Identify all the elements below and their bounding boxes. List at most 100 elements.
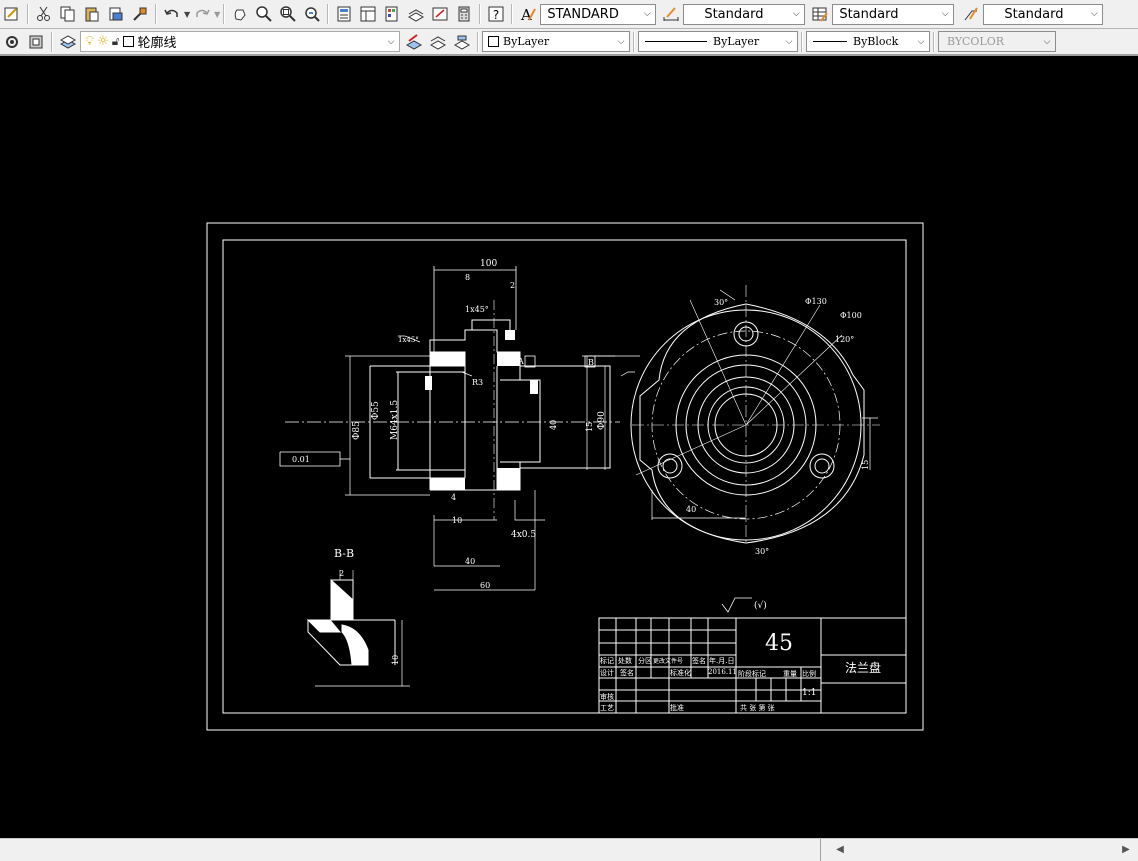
tb-header-2: 分区 xyxy=(638,656,652,665)
lineweight-select[interactable]: ByBlock ⌵ xyxy=(806,31,930,52)
dimension-style-value: Standard xyxy=(704,6,764,22)
chevron-down-icon: ⌵ xyxy=(1043,36,1051,47)
scale-label: 1:1 xyxy=(802,688,816,698)
chevron-down-icon: ⌵ xyxy=(792,9,800,19)
dim-label-1x45-b: 1x45° xyxy=(398,336,419,344)
layer-properties-manager-icon[interactable] xyxy=(57,31,79,53)
tool-palettes-icon[interactable] xyxy=(381,3,403,25)
multileader-style-value: Standard xyxy=(1004,6,1064,22)
help-icon[interactable]: ? xyxy=(485,3,507,25)
design-center-icon[interactable] xyxy=(357,3,379,25)
lineweight-sample xyxy=(813,41,847,42)
surface-note-text: (√) xyxy=(754,600,767,611)
layer-previous-icon[interactable] xyxy=(25,31,47,53)
undo-dropdown-icon[interactable]: ▼ xyxy=(184,10,190,19)
scroll-left-icon[interactable]: ◀ xyxy=(832,841,848,857)
dimension-style-select[interactable]: Standard ⌵ xyxy=(683,3,806,25)
dim-label-2b: 2 xyxy=(339,569,344,578)
dim-label-8: 8 xyxy=(465,273,470,282)
multileader-style-icon[interactable] xyxy=(960,3,982,25)
tolerance-value: 0.01 xyxy=(292,455,310,464)
tb-header-3: 更改文件号 xyxy=(653,657,683,665)
dim-label-m64: M64x1.5 xyxy=(390,400,400,440)
properties-palette-icon[interactable] xyxy=(333,3,355,25)
color-select[interactable]: ByLayer ⌵ xyxy=(482,31,630,52)
zoom-window-icon[interactable] xyxy=(277,3,299,25)
chevron-down-icon: ⌵ xyxy=(617,36,625,47)
redo-dropdown-icon[interactable]: ▼ xyxy=(214,10,220,19)
chevron-down-icon: ⌵ xyxy=(941,9,949,19)
section-label-bb: B-B xyxy=(334,547,354,560)
text-style-select[interactable]: STANDARD ⌵ xyxy=(540,3,657,25)
workspace-settings-icon[interactable] xyxy=(1,31,23,53)
cut-icon[interactable] xyxy=(33,3,55,25)
linetype-value: ByLayer xyxy=(713,35,760,48)
toolbar-separator xyxy=(51,31,53,52)
dim-label-phi130: Φ130 xyxy=(805,297,827,306)
drawing-canvas[interactable]: 100 8 2 1x45° 1x45° R3 4 10 4x0.5 40 60 … xyxy=(0,58,1138,840)
dim-label-40: 40 xyxy=(465,557,475,566)
chevron-down-icon: ⌵ xyxy=(387,36,395,47)
multileader-style-select[interactable]: Standard ⌵ xyxy=(983,3,1104,25)
dim-label-40v: 40 xyxy=(549,420,558,430)
properties-edit-icon[interactable] xyxy=(1,3,23,25)
undo-icon[interactable] xyxy=(161,3,183,25)
tb-approve: 批准 xyxy=(670,703,684,712)
bulb-icon: 💡︎ xyxy=(85,34,95,49)
tb-signature: 签名 xyxy=(620,668,634,677)
plot-style-select[interactable]: BYCOLOR ⌵ xyxy=(938,31,1056,52)
dim-label-1x45: 1x45° xyxy=(465,305,489,314)
chevron-down-icon: ⌵ xyxy=(643,9,651,19)
tb-ratio: 比例 xyxy=(802,669,816,678)
title-block: 45 法兰盘 1:1 2016.11 标记 处数 分区 更改文件号 签名 年.月… xyxy=(598,617,907,714)
copy-icon[interactable] xyxy=(57,3,79,25)
horizontal-scrollbar[interactable]: ◀ ▶ xyxy=(0,838,1138,861)
paste-icon[interactable] xyxy=(81,3,103,25)
scroll-right-icon[interactable]: ▶ xyxy=(1118,841,1134,857)
datum-a-label: A xyxy=(517,357,524,366)
tb-sheets: 共 张 第 张 xyxy=(740,703,775,712)
color-value: ByLayer xyxy=(503,35,550,48)
dim-label-phi90: Φ90 xyxy=(597,411,607,430)
match-properties-icon[interactable] xyxy=(129,3,151,25)
linetype-select[interactable]: ByLayer ⌵ xyxy=(638,31,798,52)
layer-select[interactable]: 💡︎ ☼ 🔓︎ 轮廓线 ⌵ xyxy=(80,31,400,52)
tb-process: 工艺 xyxy=(600,704,614,712)
make-object-layer-current-icon[interactable] xyxy=(403,31,425,53)
svg-text:?: ? xyxy=(493,8,499,22)
dim-label-10: 10 xyxy=(452,516,462,525)
dim-label-30deg-b: 30° xyxy=(755,547,769,556)
paste-block-icon[interactable] xyxy=(105,3,127,25)
redo-icon[interactable] xyxy=(191,3,213,25)
chevron-down-icon: ⌵ xyxy=(1090,9,1098,19)
layer-name: 轮廓线 xyxy=(137,36,177,51)
markup-set-icon[interactable] xyxy=(429,3,451,25)
dimension-style-icon[interactable] xyxy=(660,3,682,25)
calculator-icon[interactable] xyxy=(453,3,475,25)
chamfer-label: 4x0.5 xyxy=(511,530,536,540)
table-style-select[interactable]: Standard ⌵ xyxy=(832,3,955,25)
sheet-set-icon[interactable] xyxy=(405,3,427,25)
table-style-icon[interactable] xyxy=(809,3,831,25)
pan-realtime-icon[interactable] xyxy=(229,3,251,25)
toolbar-separator xyxy=(511,4,514,24)
datum-a-box xyxy=(524,355,536,368)
toolbar-separator xyxy=(27,4,29,24)
datum-b-label: B xyxy=(588,358,594,367)
zoom-previous-icon[interactable] xyxy=(301,3,323,25)
sheet-inner-border xyxy=(222,239,907,714)
layer-state-icon[interactable] xyxy=(451,31,473,53)
layer-iso-icon[interactable] xyxy=(427,31,449,53)
dim-label-100: 100 xyxy=(480,259,497,269)
lock-icon: 🔓︎ xyxy=(111,34,120,48)
chevron-down-icon: ⌵ xyxy=(785,36,793,47)
standard-toolbar: ▼ ▼ ? A STANDARD ⌵ Standard ⌵ Standard ⌵ xyxy=(0,0,1138,29)
toolbar-separator xyxy=(479,4,482,24)
dim-label-60: 60 xyxy=(480,581,490,590)
text-style-icon[interactable]: A xyxy=(517,3,539,25)
zoom-realtime-icon[interactable] xyxy=(253,3,275,25)
tb-header-0: 标记 xyxy=(600,656,614,665)
chevron-down-icon: ⌵ xyxy=(917,36,925,47)
date-label: 2016.11 xyxy=(708,668,737,676)
dim-label-120: 120° xyxy=(835,335,854,344)
